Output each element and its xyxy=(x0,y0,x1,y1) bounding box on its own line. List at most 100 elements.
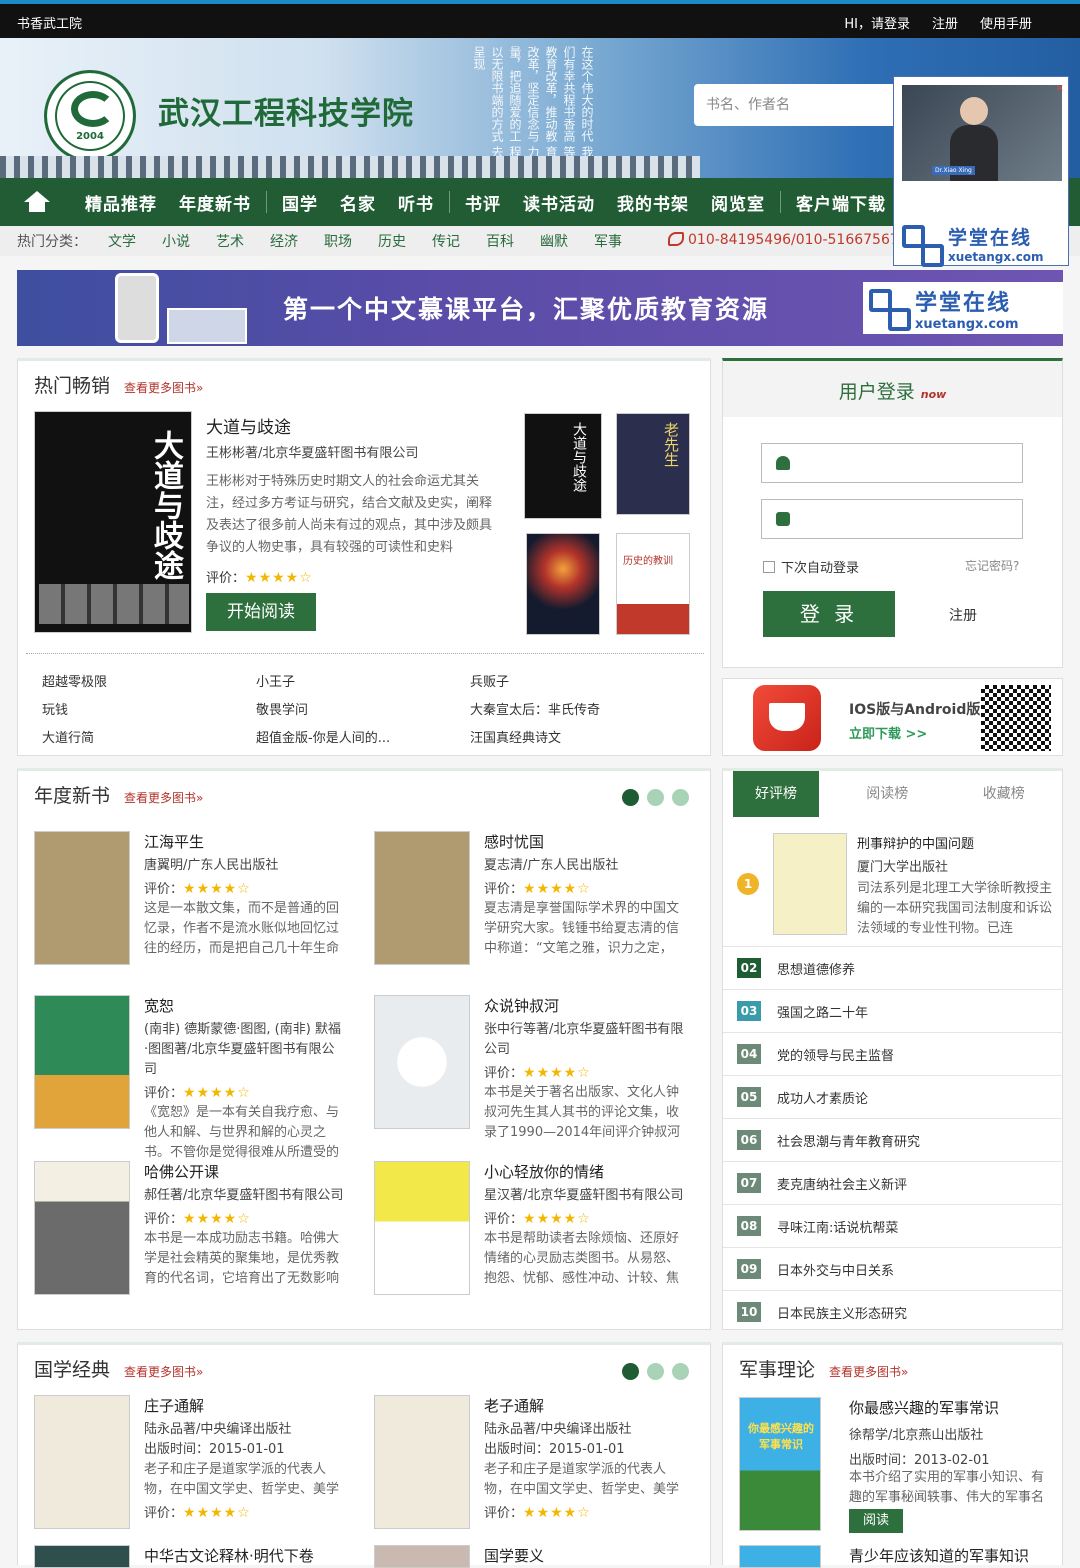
nav-item-featured[interactable]: 精品推荐 xyxy=(74,190,168,215)
book-cover[interactable] xyxy=(34,1395,130,1529)
password-field[interactable] xyxy=(761,499,1023,539)
book-title[interactable]: 你最感兴趣的军事常识 xyxy=(849,1397,1055,1418)
book-title[interactable]: 众说钟叔河 xyxy=(484,995,684,1016)
forgot-password-link[interactable]: 忘记密码? xyxy=(965,557,1019,574)
nav-item-audiobook[interactable]: 听书 xyxy=(387,190,445,215)
list-item[interactable]: 大秦宣太后：芈氏传奇 xyxy=(470,699,684,718)
carousel-dot[interactable] xyxy=(647,1363,664,1380)
list-item[interactable]: 超值金版-你是人间的... xyxy=(256,727,470,746)
nav-item-guoxue[interactable]: 国学 xyxy=(271,190,329,215)
school-logo[interactable]: 2004 xyxy=(44,70,136,162)
book-thumbnail[interactable]: 大道与歧途 xyxy=(524,413,602,519)
category-art[interactable]: 艺术 xyxy=(216,231,244,251)
carousel-dot[interactable] xyxy=(672,789,689,806)
nav-item-famous[interactable]: 名家 xyxy=(329,190,387,215)
book-title[interactable]: 国学要义 xyxy=(484,1545,544,1566)
book-title[interactable]: 庄子通解 xyxy=(144,1395,344,1416)
book-title[interactable]: 刑事辩护的中国问题 xyxy=(857,833,1053,852)
category-humor[interactable]: 幽默 xyxy=(540,231,568,251)
category-workplace[interactable]: 职场 xyxy=(324,231,352,251)
remember-checkbox[interactable] xyxy=(763,560,775,573)
book-title[interactable]: 青少年应该知道的军事知识 xyxy=(849,1545,1029,1566)
rank-row[interactable]: 07 麦克唐纳社会主义新评 xyxy=(723,1161,1063,1204)
category-novel[interactable]: 小说 xyxy=(162,231,190,251)
category-military[interactable]: 军事 xyxy=(594,231,622,251)
home-icon[interactable] xyxy=(24,191,50,213)
rank-row[interactable]: 09 日本外交与中日关系 xyxy=(723,1247,1063,1290)
list-item[interactable]: 兵贩子 xyxy=(470,671,684,690)
book-thumbnail[interactable] xyxy=(526,533,600,635)
book-cover[interactable] xyxy=(374,995,470,1129)
rank-row[interactable]: 10 日本民族主义形态研究 xyxy=(723,1290,1063,1333)
manual-link[interactable]: 使用手册 xyxy=(980,13,1032,32)
list-item[interactable]: 汪国真经典诗文 xyxy=(470,727,684,746)
tab-top-rated[interactable]: 好评榜 xyxy=(733,771,819,817)
nav-item-annual-new[interactable]: 年度新书 xyxy=(168,190,262,215)
category-literature[interactable]: 文学 xyxy=(108,231,136,251)
register-button[interactable]: 注册 xyxy=(949,605,977,625)
book-cover[interactable] xyxy=(374,1395,470,1529)
tab-most-read[interactable]: 阅读榜 xyxy=(829,771,946,827)
book-title[interactable]: 宽恕 xyxy=(144,995,344,1016)
mooc-ad-banner[interactable]: 第一个中文慕课平台，汇聚优质教育资源 学堂在线 xuetangx.com xyxy=(17,270,1063,346)
book-title[interactable]: 小心轻放你的情绪 xyxy=(484,1161,684,1182)
list-item[interactable]: 超越零极限 xyxy=(42,671,256,690)
book-title[interactable]: 中华古文论释林·明代下卷 xyxy=(144,1545,314,1566)
book-title[interactable]: 感时忧国 xyxy=(484,831,684,852)
book-cover[interactable] xyxy=(34,831,130,965)
category-economy[interactable]: 经济 xyxy=(270,231,298,251)
book-cover[interactable] xyxy=(374,1161,470,1295)
register-link[interactable]: 注册 xyxy=(932,13,958,32)
tab-most-saved[interactable]: 收藏榜 xyxy=(946,771,1063,827)
login-link[interactable]: HI，请登录 xyxy=(844,13,910,32)
book-title[interactable]: 大道与歧途 xyxy=(206,413,496,438)
rank-row[interactable]: 08 寻味江南:话说杭帮菜 xyxy=(723,1204,1063,1247)
nav-item-reading-room[interactable]: 阅览室 xyxy=(700,190,776,215)
list-item[interactable]: 小王子 xyxy=(256,671,470,690)
nav-item-client-download[interactable]: 客户端下载 xyxy=(785,190,897,215)
rank-row[interactable]: 02 思想道德修养 xyxy=(723,946,1063,989)
book-cover[interactable]: 你最感兴趣的军事常识 xyxy=(739,1397,821,1531)
username-field[interactable] xyxy=(761,443,1023,483)
more-books-link[interactable]: 查看更多图书» xyxy=(124,379,203,396)
carousel-dot[interactable] xyxy=(622,789,639,806)
rank-row[interactable]: 05 成功人才素质论 xyxy=(723,1075,1063,1118)
xuetang-logo[interactable]: 学堂在线 xuetangx.com xyxy=(902,223,1044,267)
category-biography[interactable]: 传记 xyxy=(432,231,460,251)
book-title[interactable]: 江海平生 xyxy=(144,831,344,852)
rank-top-item[interactable]: 1 刑事辩护的中国问题 厦门大学出版社 司法系列是北理工大学徐昕教授主编的一本研… xyxy=(723,829,1064,945)
category-encyclopedia[interactable]: 百科 xyxy=(486,231,514,251)
more-books-link[interactable]: 查看更多图书» xyxy=(124,789,203,806)
book-thumbnail[interactable]: 老先生 xyxy=(616,413,690,515)
book-title[interactable]: 哈佛公开课 xyxy=(144,1161,344,1182)
site-name-link[interactable]: 书香武工院 xyxy=(17,13,82,32)
book-cover[interactable] xyxy=(773,833,847,935)
list-item[interactable]: 玩钱 xyxy=(42,699,256,718)
book-cover[interactable] xyxy=(34,1161,130,1295)
close-icon[interactable]: × xyxy=(1056,83,1064,94)
login-button[interactable]: 登 录 xyxy=(763,591,895,637)
list-item[interactable]: 敬畏学问 xyxy=(256,699,470,718)
book-thumbnail[interactable]: 历史的教训 xyxy=(616,533,690,635)
nav-item-activities[interactable]: 读书活动 xyxy=(512,190,606,215)
more-books-link[interactable]: 查看更多图书» xyxy=(124,1363,203,1380)
more-books-link[interactable]: 查看更多图书» xyxy=(829,1363,908,1380)
search-input[interactable]: 书名、作者名 xyxy=(694,84,894,126)
category-history[interactable]: 历史 xyxy=(378,231,406,251)
video-player[interactable]: Dr.Xiao Xing xyxy=(902,85,1062,181)
rank-row[interactable]: 03 强国之路二十年 xyxy=(723,989,1063,1032)
remember-me[interactable]: 下次自动登录 xyxy=(763,557,859,576)
featured-book-cover[interactable]: 大道与歧途 xyxy=(34,411,192,633)
floating-video-widget[interactable]: Dr.Xiao Xing × 学堂在线 xuetangx.com xyxy=(893,76,1069,267)
rank-row[interactable]: 04 党的领导与民主监督 xyxy=(723,1032,1063,1075)
start-reading-button[interactable]: 开始阅读 xyxy=(206,593,316,631)
carousel-dot[interactable] xyxy=(622,1363,639,1380)
nav-item-reviews[interactable]: 书评 xyxy=(454,190,512,215)
app-download-panel[interactable]: IOS版与Android版 立即下载 >> xyxy=(722,678,1063,756)
carousel-dot[interactable] xyxy=(672,1363,689,1380)
nav-item-bookshelf[interactable]: 我的书架 xyxy=(606,190,700,215)
app-download-link[interactable]: 立即下载 >> xyxy=(849,723,927,742)
book-title[interactable]: 老子通解 xyxy=(484,1395,684,1416)
book-cover[interactable] xyxy=(34,995,130,1129)
carousel-dot[interactable] xyxy=(647,789,664,806)
